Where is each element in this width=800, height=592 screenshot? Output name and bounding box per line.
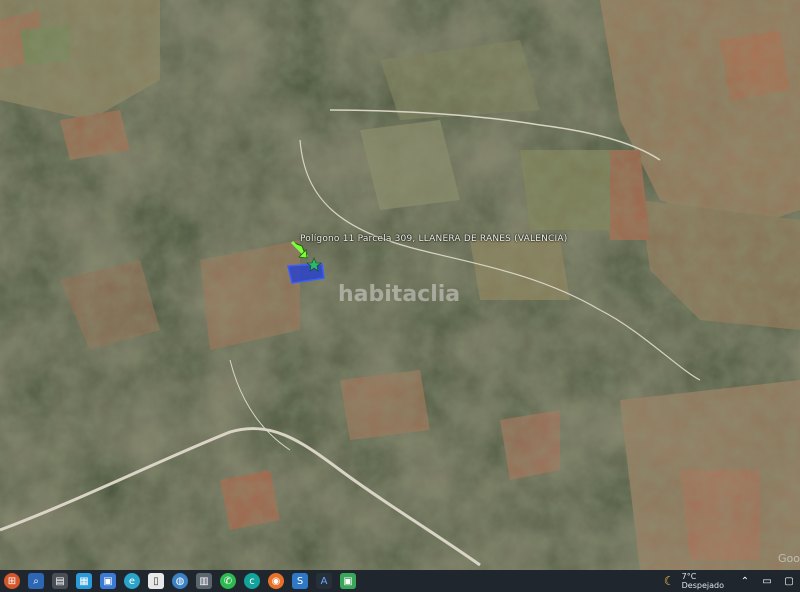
weather-widget[interactable]: 7°C Despejado (682, 572, 724, 590)
file-explorer-icon[interactable]: ▤ (52, 573, 68, 589)
moon-icon: ☾ (663, 574, 675, 588)
weather-desc: Despejado (681, 581, 724, 590)
document-icon[interactable]: ▯ (148, 573, 164, 589)
notification-icon[interactable]: ▢ (781, 573, 797, 589)
google-earth-icon[interactable]: ◍ (172, 573, 188, 589)
weather-temp: 7°C (681, 572, 697, 581)
system-tray: ☾ 7°C Despejado ⌃ ▭ ▢ (664, 570, 800, 592)
taskbar: ⊞ ⌕ ▤ ▦ ▣ e ▯ ◍ ▥ ✆ c ◉ S A ▣ ☾ 7°C Desp… (0, 570, 800, 592)
search-icon[interactable]: ⌕ (28, 573, 44, 589)
attribution-mark: Goo (778, 552, 800, 565)
app-green-icon[interactable]: ▣ (340, 573, 356, 589)
network-icon[interactable]: ▭ (759, 573, 775, 589)
store-icon[interactable]: ▦ (76, 573, 92, 589)
photos-icon[interactable]: ▣ (100, 573, 116, 589)
app-s-icon[interactable]: S (292, 573, 308, 589)
firefox-icon[interactable]: ◉ (268, 573, 284, 589)
satellite-map[interactable]: Polígono 11 Parcela 309, LLANERA DE RANE… (0, 0, 800, 570)
start-icon[interactable]: ⊞ (4, 573, 20, 589)
files-icon[interactable]: ▥ (196, 573, 212, 589)
chevron-up-icon[interactable]: ⌃ (737, 573, 753, 589)
edge-icon[interactable]: e (124, 573, 140, 589)
whatsapp-icon[interactable]: ✆ (220, 573, 236, 589)
placemark-label: Polígono 11 Parcela 309, LLANERA DE RANE… (300, 234, 568, 244)
browser-icon[interactable]: c (244, 573, 260, 589)
app-a-icon[interactable]: A (316, 573, 332, 589)
watermark: habitaclia (338, 282, 461, 307)
